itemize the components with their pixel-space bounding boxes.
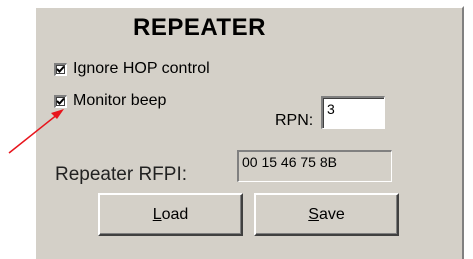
screenshot-canvas: REPEATER Ignore HOP control Monitor beep…: [0, 0, 473, 259]
red-arrow-annotation: [8, 109, 64, 154]
arrow-shaft: [8, 113, 59, 154]
